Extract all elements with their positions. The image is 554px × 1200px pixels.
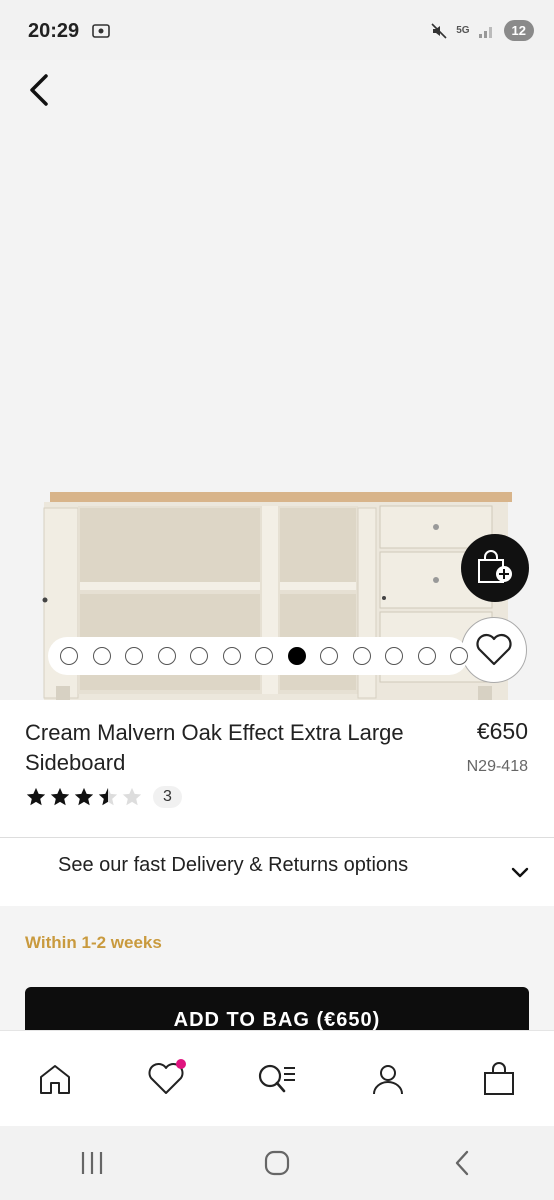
star-icon bbox=[26, 787, 46, 806]
star-icon bbox=[50, 787, 70, 806]
system-nav bbox=[0, 1126, 554, 1200]
product-image-gallery[interactable] bbox=[0, 60, 554, 700]
bag-icon bbox=[483, 1062, 514, 1095]
search-icon bbox=[258, 1064, 295, 1093]
carousel-dot[interactable] bbox=[385, 647, 403, 665]
chevron-down-icon bbox=[511, 867, 529, 878]
carousel-dot[interactable] bbox=[60, 647, 78, 665]
delivery-returns-row[interactable]: See our fast Delivery & Returns options bbox=[0, 838, 554, 906]
star-icon bbox=[122, 787, 142, 806]
signal-icon bbox=[478, 26, 492, 38]
screen-record-icon bbox=[92, 24, 110, 38]
bottom-nav bbox=[0, 1030, 554, 1127]
wishlist-button[interactable] bbox=[461, 617, 527, 683]
carousel-dot[interactable] bbox=[125, 647, 143, 665]
carousel-dot[interactable] bbox=[255, 647, 273, 665]
nav-home[interactable] bbox=[25, 1049, 85, 1109]
add-to-bag-quick-button[interactable] bbox=[461, 534, 529, 602]
rating[interactable]: 3 bbox=[25, 786, 182, 808]
nav-account[interactable] bbox=[358, 1049, 418, 1109]
review-count[interactable]: 3 bbox=[153, 786, 182, 808]
nav-favourites[interactable] bbox=[136, 1049, 196, 1109]
home-icon bbox=[40, 1065, 71, 1094]
back-button[interactable] bbox=[20, 70, 60, 110]
carousel-dot[interactable] bbox=[92, 647, 111, 665]
nav-bag[interactable] bbox=[469, 1049, 529, 1109]
heart-icon bbox=[476, 633, 512, 666]
home-system-button[interactable] bbox=[247, 1133, 307, 1193]
carousel-dot[interactable] bbox=[450, 647, 468, 665]
carousel-dot[interactable] bbox=[320, 647, 338, 665]
mute-icon bbox=[431, 22, 447, 39]
status-icons: 5G 12 bbox=[430, 20, 534, 41]
carousel-dots[interactable] bbox=[48, 637, 468, 675]
carousel-dot[interactable] bbox=[352, 647, 371, 665]
carousel-dot[interactable] bbox=[222, 647, 241, 665]
star-icon bbox=[98, 787, 118, 806]
back-icon bbox=[455, 1150, 468, 1176]
back-system-button[interactable] bbox=[432, 1133, 492, 1193]
user-icon bbox=[372, 1065, 403, 1095]
carousel-dot[interactable] bbox=[190, 647, 208, 665]
carousel-dot[interactable] bbox=[157, 647, 176, 665]
status-time: 20:29 bbox=[28, 20, 80, 42]
notification-badge: 12 bbox=[503, 20, 534, 41]
carousel-dot[interactable] bbox=[287, 647, 306, 665]
availability-section: Within 1-2 weeks ADD TO BAG (€650) bbox=[0, 906, 554, 1047]
status-bar: 20:29 5G 12 bbox=[0, 0, 554, 60]
availability-text: Within 1-2 weeks bbox=[25, 933, 162, 952]
nav-search[interactable] bbox=[247, 1049, 307, 1109]
rating-stars bbox=[25, 786, 143, 808]
network-type: 5G bbox=[456, 25, 470, 36]
recent-apps-button[interactable] bbox=[62, 1133, 122, 1193]
product-price: €650 bbox=[476, 718, 528, 744]
star-icon bbox=[74, 787, 94, 806]
product-code: N29-418 bbox=[466, 758, 528, 775]
recent-apps-icon bbox=[82, 1152, 103, 1174]
product-title: Cream Malvern Oak Effect Extra Large Sid… bbox=[25, 720, 404, 775]
delivery-returns-text: See our fast Delivery & Returns options bbox=[58, 854, 409, 876]
chevron-left-icon bbox=[30, 74, 48, 106]
carousel-dot[interactable] bbox=[417, 647, 436, 665]
bag-plus-icon bbox=[478, 550, 512, 583]
product-info: Cream Malvern Oak Effect Extra Large Sid… bbox=[0, 700, 554, 838]
home-circle-icon bbox=[264, 1150, 290, 1176]
